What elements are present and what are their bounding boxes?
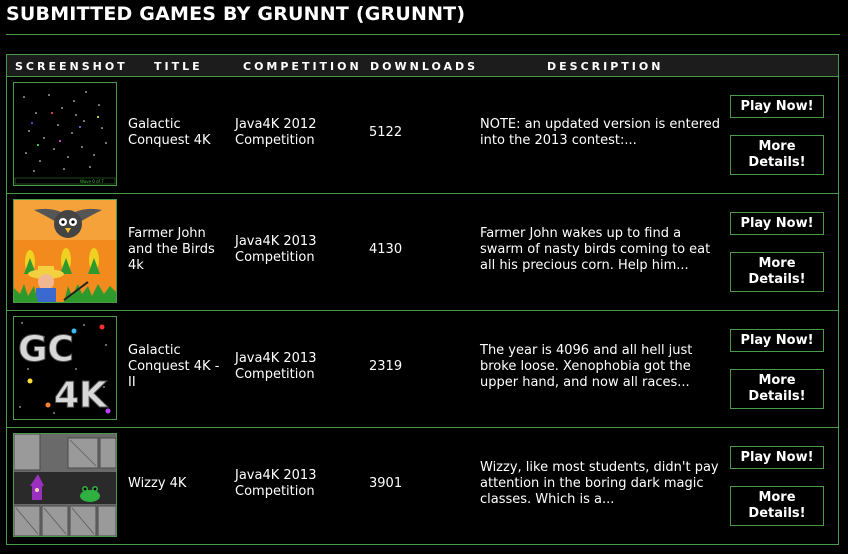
header-screenshot: SCREENSHOT <box>15 60 128 73</box>
game-screenshot[interactable]: GC 4K <box>13 316 117 420</box>
farmer-john-thumbnail <box>14 200 116 302</box>
header-competition: COMPETITION <box>243 60 362 73</box>
game-title: Galactic Conquest 4K - II <box>128 343 220 390</box>
more-details-button[interactable]: More Details! <box>730 486 824 526</box>
play-now-button[interactable]: Play Now! <box>730 446 824 469</box>
game-title: Galactic Conquest 4K <box>128 117 211 148</box>
game-downloads: 2319 <box>369 359 403 374</box>
table-row: Farmer John and the Birds 4k Java4K 2013… <box>6 194 839 311</box>
table-row: GC 4K Galactic Conquest 4K - II Java4K 2… <box>6 311 839 428</box>
play-now-button[interactable]: Play Now! <box>730 95 824 118</box>
game-description: The year is 4096 and all hell just broke… <box>480 343 693 390</box>
game-competition: Java4K 2013 Competition <box>235 351 317 382</box>
game-description: NOTE: an updated version is entered into… <box>480 117 721 148</box>
games-table: SCREENSHOT TITLE COMPETITION DOWNLOADS D… <box>6 54 839 545</box>
game-downloads: 4130 <box>369 242 403 257</box>
wizzy-thumbnail <box>14 434 116 536</box>
more-details-button[interactable]: More Details! <box>730 252 824 292</box>
header-description: DESCRIPTION <box>547 60 664 73</box>
page-title: SUBMITTED GAMES BY GRUNNT (GRUNNT) <box>6 3 466 25</box>
game-competition: Java4K 2012 Competition <box>235 117 317 148</box>
game-competition: Java4K 2013 Competition <box>235 468 317 499</box>
game-competition: Java4K 2013 Competition <box>235 234 317 265</box>
game-description: Farmer John wakes up to find a swarm of … <box>480 226 711 273</box>
more-details-button[interactable]: More Details! <box>730 135 824 175</box>
play-now-button[interactable]: Play Now! <box>730 212 824 235</box>
header-title: TITLE <box>154 60 203 73</box>
thumbnail-logo-bottom: 4K <box>54 375 108 416</box>
game-title: Farmer John and the Birds 4k <box>128 226 215 273</box>
game-screenshot[interactable]: Wave 0 of 7 <box>13 82 117 186</box>
galactic-conquest-thumbnail: Wave 0 of 7 <box>14 83 116 185</box>
galactic-conquest-ii-thumbnail: GC 4K <box>14 317 116 419</box>
more-details-button[interactable]: More Details! <box>730 369 824 409</box>
thumbnail-wave-text: Wave 0 of 7 <box>80 179 104 184</box>
game-downloads: 3901 <box>369 476 403 491</box>
table-row: Wizzy 4K Java4K 2013 Competition 3901 Wi… <box>6 428 839 545</box>
header-downloads: DOWNLOADS <box>370 60 479 73</box>
title-divider <box>6 34 840 35</box>
play-now-button[interactable]: Play Now! <box>730 329 824 352</box>
game-downloads: 5122 <box>369 125 403 140</box>
game-title: Wizzy 4K <box>128 476 187 491</box>
game-description: Wizzy, like most students, didn't pay at… <box>480 460 719 507</box>
table-header-row: SCREENSHOT TITLE COMPETITION DOWNLOADS D… <box>6 54 839 77</box>
thumbnail-logo-top: GC <box>18 329 74 370</box>
game-screenshot[interactable] <box>13 199 117 303</box>
table-row: Wave 0 of 7 Galactic Conquest 4K Java4K … <box>6 77 839 194</box>
game-screenshot[interactable] <box>13 433 117 537</box>
